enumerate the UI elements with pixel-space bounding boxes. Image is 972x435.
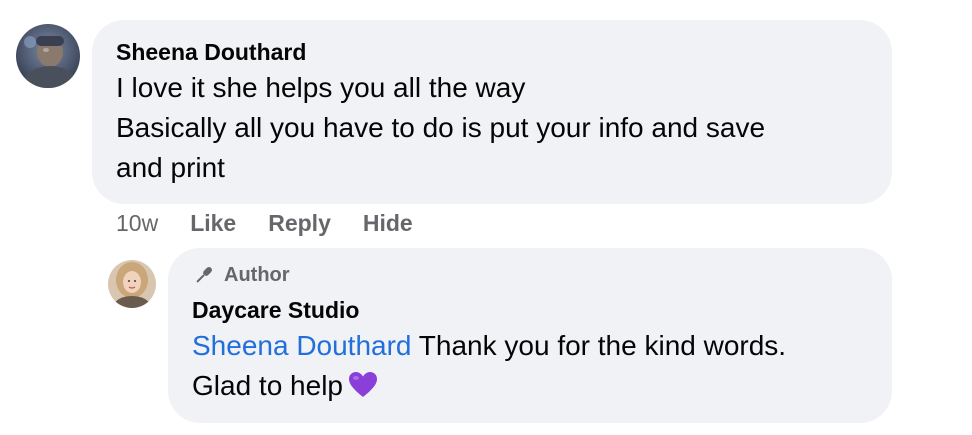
reply-text-line2: Glad to help <box>192 370 343 401</box>
page-avatar-photo-icon <box>108 260 156 308</box>
hide-button[interactable]: Hide <box>363 208 413 238</box>
reply-text: Thank you for the kind words. <box>411 330 787 361</box>
comment-line: and print <box>116 152 225 183</box>
reply-line: Sheena Douthard Thank you for the kind w… <box>192 326 868 366</box>
comment-actions-row: 10w Like Reply Hide <box>116 208 445 238</box>
reply-timestamp-partial <box>192 423 218 435</box>
like-button[interactable]: Like <box>190 208 236 238</box>
commenter-avatar[interactable] <box>16 24 80 88</box>
reply-bubble: Author Daycare Studio Sheena Douthard Th… <box>168 248 892 423</box>
author-badge: Author <box>192 262 868 288</box>
author-badge-label: Author <box>224 264 290 286</box>
page-avatar[interactable] <box>108 260 156 308</box>
reply-like-partial[interactable] <box>250 423 276 435</box>
reply-author-name[interactable]: Daycare Studio <box>192 296 868 324</box>
reply-button[interactable]: Reply <box>268 208 331 238</box>
microphone-icon <box>192 263 216 287</box>
comment-timestamp[interactable]: 10w <box>116 208 158 238</box>
comment-line: Basically all you have to do is put your… <box>116 112 766 143</box>
comment-line: I love it she helps you all the way <box>116 72 526 103</box>
comment-thread: Sheena Douthard I love it she helps you … <box>0 0 972 435</box>
purple-heart-icon <box>347 369 379 401</box>
comment-body: I love it she helps you all the way Basi… <box>116 68 868 188</box>
mention-link[interactable]: Sheena Douthard <box>192 330 412 361</box>
reply-body: Sheena Douthard Thank you for the kind w… <box>192 326 868 406</box>
reply-line: Glad to help <box>192 366 868 406</box>
comment-bubble: Sheena Douthard I love it she helps you … <box>92 20 892 204</box>
reply-actions-row-partial <box>192 423 307 435</box>
user-avatar-photo-icon <box>16 24 80 88</box>
comment-author-name[interactable]: Sheena Douthard <box>116 38 868 66</box>
